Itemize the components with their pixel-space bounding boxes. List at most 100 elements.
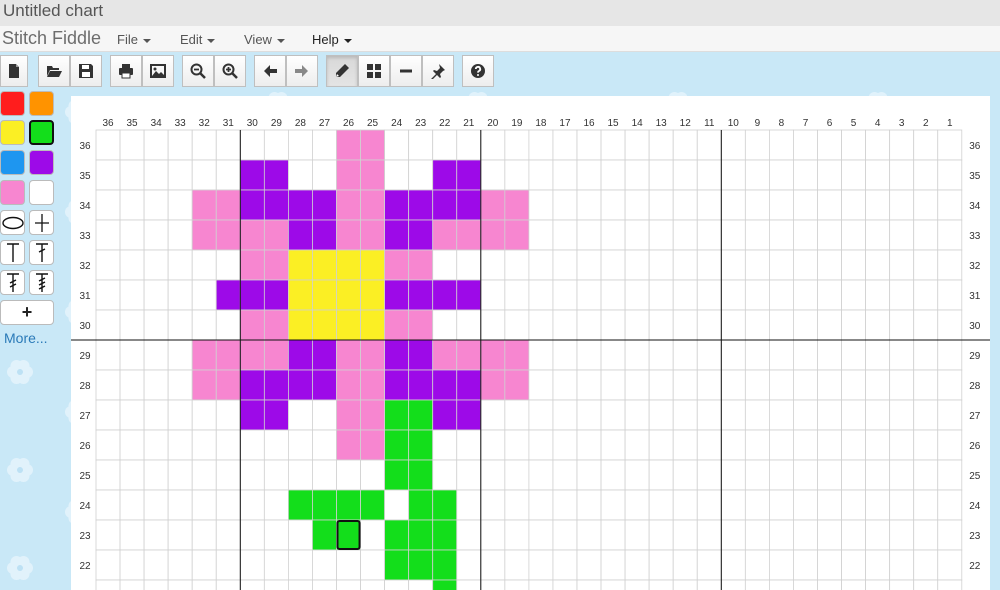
stitch-cell[interactable] xyxy=(408,309,434,341)
stitch-cell[interactable] xyxy=(889,459,915,491)
stitch-cell[interactable] xyxy=(143,459,169,491)
stitch-cell[interactable] xyxy=(191,549,217,581)
stitch-cell[interactable] xyxy=(696,399,722,431)
stitch-cell[interactable] xyxy=(360,489,385,521)
stitch-cell[interactable] xyxy=(432,579,458,590)
stitch-cell[interactable] xyxy=(528,129,554,161)
stitch-cell[interactable] xyxy=(552,189,578,221)
stitch-cell[interactable] xyxy=(95,369,121,401)
stitch-cell[interactable] xyxy=(817,309,842,341)
stitch-cell[interactable] xyxy=(865,459,891,491)
stitch-cell[interactable] xyxy=(432,189,458,221)
stitch-cell[interactable] xyxy=(143,489,169,521)
stitch-cell[interactable] xyxy=(769,249,794,281)
stitch-cell[interactable] xyxy=(191,129,217,161)
stitch-cell[interactable] xyxy=(769,579,794,590)
chart-canvas[interactable]: 36 35 34 33 32 31 30 29 28 27 26 25 24 23 22 21 20 19 18 17… xyxy=(71,96,992,590)
stitch-cell[interactable] xyxy=(167,189,193,221)
stitch-cell[interactable] xyxy=(889,249,915,281)
stitch-cell[interactable] xyxy=(889,219,915,251)
symbol-oval-button[interactable] xyxy=(0,210,25,235)
stitch-cell[interactable] xyxy=(913,219,939,251)
stitch-cell[interactable] xyxy=(287,519,313,551)
stitch-cell[interactable] xyxy=(143,549,169,581)
stitch-cell[interactable] xyxy=(263,279,289,311)
stitch-cell[interactable] xyxy=(191,579,217,590)
stitch-cell[interactable] xyxy=(143,399,169,431)
stitch-cell[interactable] xyxy=(432,129,458,161)
stitch-cell[interactable] xyxy=(865,519,891,551)
stitch-cell[interactable] xyxy=(312,279,337,311)
stitch-cell[interactable] xyxy=(720,339,746,371)
stitch-cell[interactable] xyxy=(143,279,169,311)
stitch-cell[interactable] xyxy=(841,339,866,371)
stitch-cell[interactable] xyxy=(817,459,842,491)
stitch-cell[interactable] xyxy=(769,459,794,491)
stitch-cell[interactable] xyxy=(215,459,241,491)
stitch-cell[interactable] xyxy=(312,459,337,491)
stitch-cell[interactable] xyxy=(648,519,674,551)
stitch-cell[interactable] xyxy=(504,189,530,221)
stitch-cell[interactable] xyxy=(167,399,193,431)
stitch-cell[interactable] xyxy=(480,219,506,251)
stitch-cell[interactable] xyxy=(143,249,169,281)
stitch-cell[interactable] xyxy=(817,519,842,551)
stitch-cell[interactable] xyxy=(672,159,698,191)
stitch-cell[interactable] xyxy=(456,399,482,431)
stitch-cell[interactable] xyxy=(817,279,842,311)
stitch-cell[interactable] xyxy=(287,549,313,581)
stitch-cell[interactable] xyxy=(215,339,241,371)
stitch-cell[interactable] xyxy=(889,309,915,341)
stitch-cell[interactable] xyxy=(336,489,361,521)
stitch-cell[interactable] xyxy=(480,399,506,431)
stitch-cell[interactable] xyxy=(263,249,289,281)
stitch-cell[interactable] xyxy=(456,249,482,281)
stitch-cell[interactable] xyxy=(119,279,145,311)
stitch-cell[interactable] xyxy=(624,519,650,551)
stitch-cell[interactable] xyxy=(95,339,121,371)
stitch-cell[interactable] xyxy=(552,369,578,401)
stitch-cell[interactable] xyxy=(576,399,602,431)
stitch-cell[interactable] xyxy=(287,219,313,251)
stitch-cell[interactable] xyxy=(913,549,939,581)
stitch-cell[interactable] xyxy=(865,399,891,431)
stitch-cell[interactable] xyxy=(889,369,915,401)
stitch-cell[interactable] xyxy=(95,579,121,590)
stitch-cell[interactable] xyxy=(312,369,337,401)
stitch-cell[interactable] xyxy=(336,339,361,371)
stitch-cell[interactable] xyxy=(793,399,818,431)
stitch-cell[interactable] xyxy=(263,399,289,431)
symbol-t-slash-button[interactable] xyxy=(29,240,54,265)
symbol-t-double-slash-button[interactable] xyxy=(0,270,25,295)
stitch-cell[interactable] xyxy=(167,219,193,251)
stitch-cell[interactable] xyxy=(191,339,217,371)
stitch-cell[interactable] xyxy=(937,579,963,590)
stitch-cell[interactable] xyxy=(287,159,313,191)
stitch-cell[interactable] xyxy=(504,159,530,191)
stitch-cell[interactable] xyxy=(600,369,626,401)
stitch-cell[interactable] xyxy=(239,159,265,191)
stitch-cell[interactable] xyxy=(769,339,794,371)
stitch-cell[interactable] xyxy=(720,369,746,401)
stitch-cell[interactable] xyxy=(744,219,770,251)
stitch-cell[interactable] xyxy=(793,279,818,311)
stitch-cell[interactable] xyxy=(769,279,794,311)
stitch-cell[interactable] xyxy=(263,219,289,251)
stitch-cell[interactable] xyxy=(913,339,939,371)
stitch-cell[interactable] xyxy=(95,279,121,311)
stitch-cell[interactable] xyxy=(456,189,482,221)
stitch-cell[interactable] xyxy=(937,459,963,491)
stitch-cell[interactable] xyxy=(865,309,891,341)
stitch-cell[interactable] xyxy=(793,309,818,341)
stitch-cell[interactable] xyxy=(456,579,482,590)
stitch-cell[interactable] xyxy=(528,339,554,371)
stitch-cell[interactable] xyxy=(239,309,265,341)
stitch-cell[interactable] xyxy=(552,549,578,581)
stitch-cell[interactable] xyxy=(913,489,939,521)
stitch-cell[interactable] xyxy=(191,309,217,341)
stitch-cell[interactable] xyxy=(552,219,578,251)
stitch-cell[interactable] xyxy=(648,129,674,161)
stitch-cell[interactable] xyxy=(360,159,385,191)
stitch-cell[interactable] xyxy=(672,429,698,461)
stitch-cell[interactable] xyxy=(95,429,121,461)
